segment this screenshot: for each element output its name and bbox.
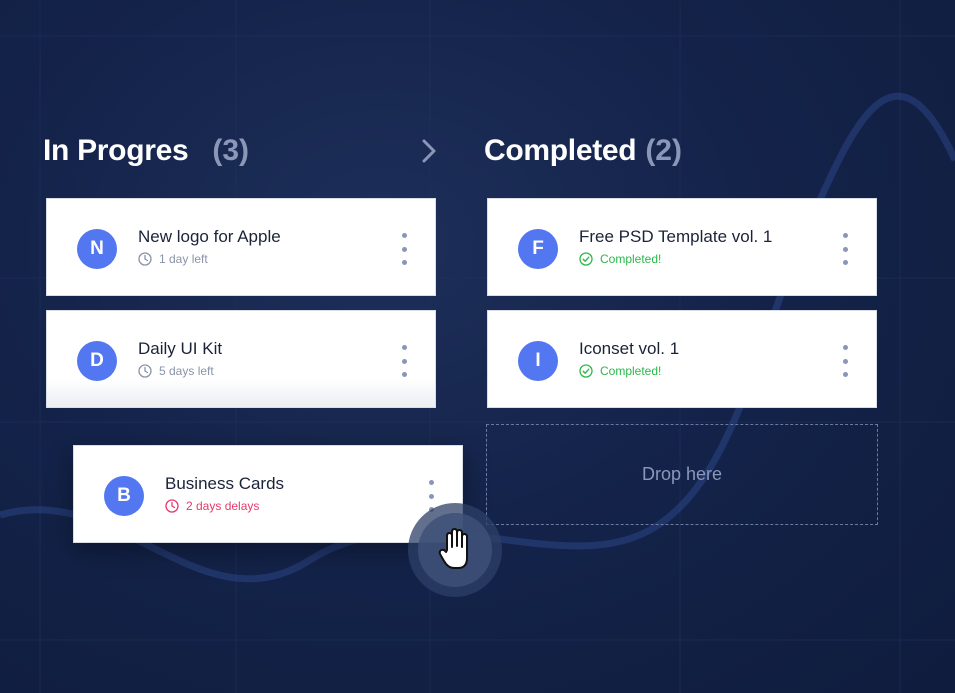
column-count: (3) bbox=[212, 134, 250, 167]
more-vertical-icon[interactable] bbox=[841, 345, 849, 377]
task-card[interactable]: N New logo for Apple 1 day left bbox=[46, 198, 436, 296]
column-header-completed: Completed (2) bbox=[484, 128, 682, 174]
task-deadline: 2 days delays bbox=[165, 499, 259, 513]
drop-zone-label: Drop here bbox=[641, 464, 723, 484]
task-title: Business Cards bbox=[165, 474, 285, 493]
avatar: B bbox=[104, 476, 144, 516]
avatar: N bbox=[77, 229, 117, 269]
task-deadline: 5 days left bbox=[138, 364, 214, 378]
task-meta-text: Completed! bbox=[600, 252, 662, 266]
dragged-task-card[interactable]: B Business Cards 2 days delays bbox=[73, 445, 463, 543]
clock-icon bbox=[138, 364, 152, 378]
task-card[interactable]: D Daily UI Kit 5 days left bbox=[46, 310, 436, 408]
task-meta-text: 2 days delays bbox=[186, 499, 260, 513]
task-meta-text: Completed! bbox=[600, 364, 662, 378]
more-vertical-icon[interactable] bbox=[841, 233, 849, 265]
chevron-right-icon[interactable] bbox=[416, 136, 442, 166]
task-meta-text: 1 day left bbox=[159, 252, 208, 266]
column-count: (2) bbox=[645, 134, 682, 167]
task-status: Completed! bbox=[579, 364, 661, 378]
task-title: Iconset vol. 1 bbox=[579, 339, 680, 358]
clock-icon bbox=[138, 252, 152, 266]
task-title: New logo for Apple bbox=[138, 227, 281, 246]
grab-hand-icon bbox=[408, 503, 502, 597]
avatar: F bbox=[518, 229, 558, 269]
avatar: D bbox=[77, 341, 117, 381]
clock-icon bbox=[165, 499, 179, 513]
task-status: Completed! bbox=[579, 252, 661, 266]
column-title: Completed bbox=[484, 134, 637, 167]
column-header-in-progress: In Progres (3) bbox=[43, 128, 249, 174]
task-deadline: 1 day left bbox=[138, 252, 208, 266]
avatar: I bbox=[518, 341, 558, 381]
column-title: In Progres bbox=[43, 134, 189, 167]
task-title: Daily UI Kit bbox=[138, 339, 223, 358]
more-vertical-icon[interactable] bbox=[400, 345, 408, 377]
check-circle-icon bbox=[579, 364, 593, 378]
check-circle-icon bbox=[579, 252, 593, 266]
more-vertical-icon[interactable] bbox=[400, 233, 408, 265]
task-title: Free PSD Template vol. 1 bbox=[579, 227, 773, 246]
drop-zone[interactable]: Drop here bbox=[486, 424, 878, 525]
task-card[interactable]: F Free PSD Template vol. 1 Completed! bbox=[487, 198, 877, 296]
task-card[interactable]: I Iconset vol. 1 Completed! bbox=[487, 310, 877, 408]
task-meta-text: 5 days left bbox=[159, 364, 214, 378]
